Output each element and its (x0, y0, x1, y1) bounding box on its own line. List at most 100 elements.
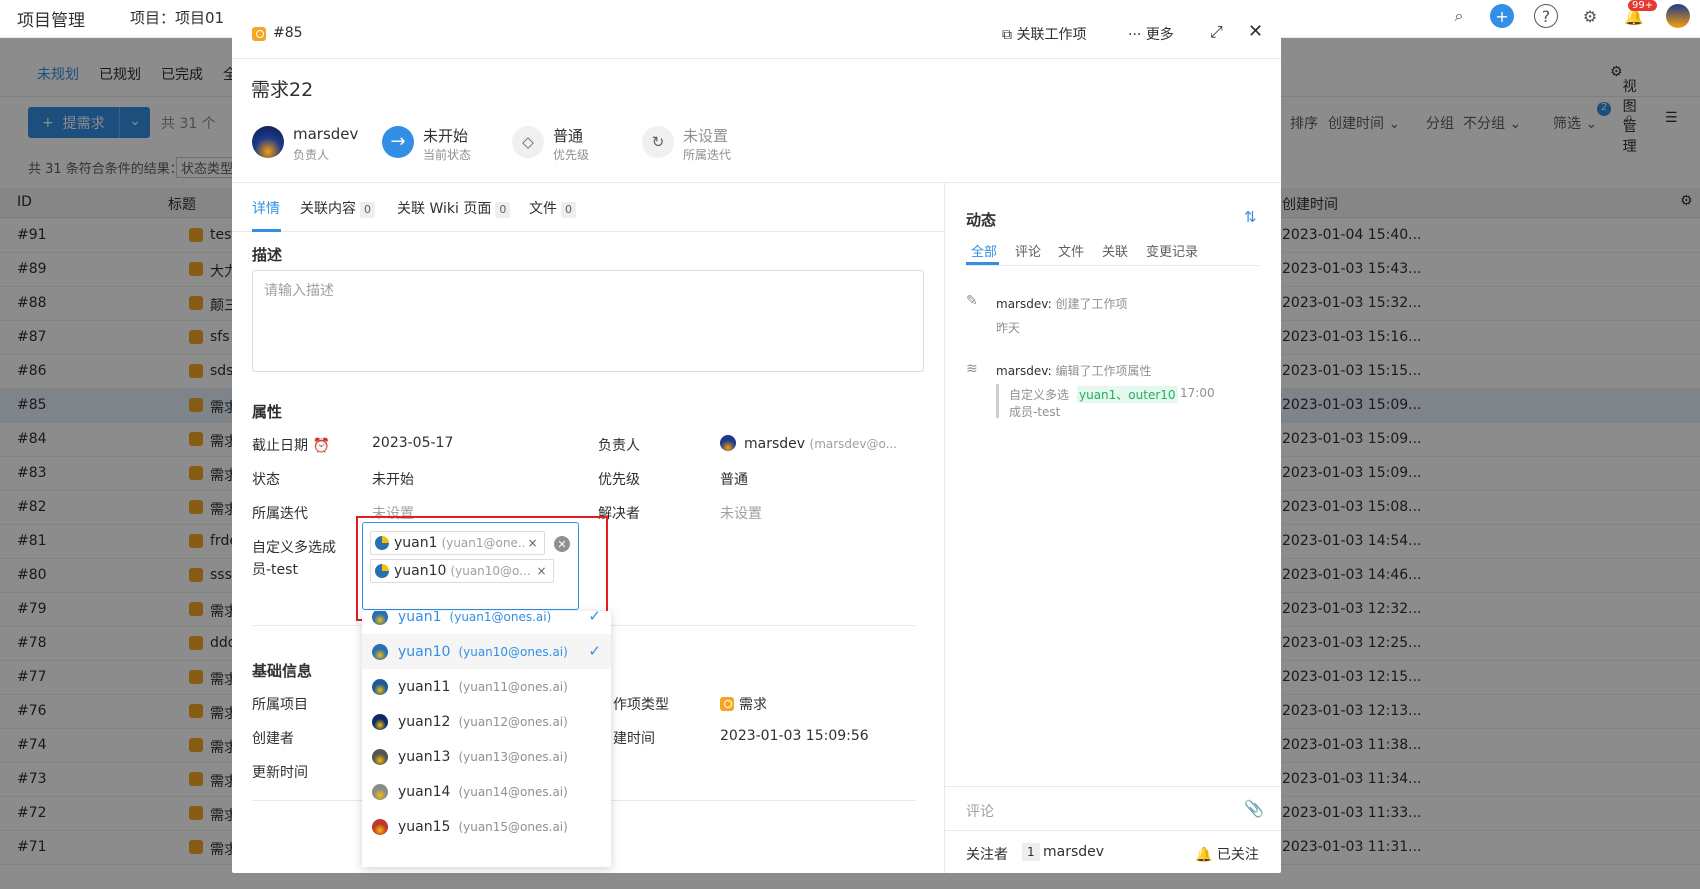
tab-files[interactable]: 文件 0 (529, 198, 576, 218)
followers-count: 1 (1022, 843, 1040, 861)
option-name: yuan1 (398, 611, 442, 625)
option-email: (yuan12@ones.ai) (458, 714, 568, 729)
assignee-value[interactable]: marsdev (marsdev@o... (720, 435, 897, 452)
assignee-label: 负责人 (598, 438, 640, 454)
bell-icon: 🔔 (1195, 847, 1213, 863)
option-name: yuan10 (398, 643, 451, 660)
detail-tabs: 详情 关联内容 0 关联 Wiki 页面 0 文件 0 (232, 183, 944, 232)
status-prop-value[interactable]: 未开始 (372, 469, 414, 489)
created-value: 2023-01-03 15:09:56 (720, 728, 869, 744)
activity-tab-links[interactable]: 关联 (1102, 241, 1128, 260)
status-prop-label: 状态 (252, 472, 280, 488)
modal-header: #85 ⧉ 关联工作项 ··· 更多 ⤢ ✕ (232, 10, 1281, 59)
properties-heading: 属性 (252, 403, 283, 421)
option-name: yuan14 (398, 783, 451, 800)
comment-box[interactable]: 评论 📎 (945, 786, 1281, 830)
avatar (375, 564, 389, 578)
member-dropdown: yuan1 (yuan1@ones.ai) ✓ yuan10 (yuan10@ones.… (362, 611, 611, 867)
app-title: 项目管理 (17, 11, 85, 31)
deadline-value[interactable]: 2023-05-17 (372, 435, 453, 451)
chip-name: yuan10 (394, 563, 447, 579)
activity-time: 17:00 (1180, 386, 1215, 400)
owner-avatar (252, 126, 284, 158)
activity-user: marsdev: (996, 297, 1052, 311)
type-label: 作项类型 (613, 697, 669, 713)
activity-tab-files[interactable]: 文件 (1058, 241, 1084, 260)
plus-icon[interactable]: + (1490, 4, 1514, 28)
tab-detail[interactable]: 详情 (252, 198, 280, 218)
comment-input[interactable]: 评论 (966, 801, 994, 821)
resolver-value[interactable]: 未设置 (720, 503, 762, 523)
search-icon[interactable]: ⌕ (1447, 4, 1471, 28)
sprint-icon: ↻ (642, 126, 674, 158)
member-option[interactable]: yuan14 (yuan14@ones.ai) (362, 774, 611, 809)
activity-action: 编辑了工作项属性 (1055, 364, 1152, 378)
deadline-label-text: 截止日期 (252, 438, 308, 454)
member-option[interactable]: yuan15 (yuan15@ones.ai) (362, 809, 611, 844)
activity-tab-comments[interactable]: 评论 (1015, 241, 1041, 260)
avatar (375, 536, 389, 550)
member-option[interactable]: yuan1 (yuan1@ones.ai) ✓ (362, 611, 611, 634)
project-name[interactable]: 项目：项目01 (130, 7, 224, 28)
follow-label: 已关注 (1216, 847, 1259, 863)
expand-icon[interactable]: ⤢ (1210, 22, 1223, 42)
quote-bar (996, 384, 999, 418)
activity-tab-changes[interactable]: 变更记录 (1146, 241, 1198, 260)
status-field[interactable]: → 未开始 当前状态 (382, 123, 502, 167)
follow-toggle[interactable]: 🔔 已关注 (1195, 844, 1259, 864)
activity-item-1: marsdev: 创建了工作项 (996, 295, 1128, 312)
option-name: yuan11 (398, 678, 451, 695)
avatar (372, 678, 388, 695)
custom-field-label-line1: 自定义多选成 (252, 540, 336, 556)
attachment-icon[interactable]: 📎 (1244, 799, 1264, 818)
active-tab-indicator (966, 262, 999, 265)
member-multiselect[interactable]: yuan1 (yuan1@one... × yuan10 (yuan10@o..… (362, 522, 579, 610)
option-name: yuan15 (398, 818, 451, 835)
description-input[interactable]: 请输入描述 (252, 270, 924, 372)
item-title[interactable]: 需求22 (251, 75, 313, 102)
sprint-prop-label: 所属迭代 (252, 506, 308, 522)
link-work-item-button[interactable]: ⧉ 关联工作项 (1002, 24, 1086, 44)
more-button[interactable]: ··· 更多 (1128, 24, 1174, 44)
owner-field[interactable]: marsdev 负责人 (252, 123, 372, 167)
selected-chip: yuan10 (yuan10@o... × (370, 559, 554, 583)
activity-tab-all[interactable]: 全部 (971, 241, 997, 260)
avatar[interactable] (1666, 4, 1690, 28)
divider (966, 265, 1260, 266)
option-email: (yuan11@ones.ai) (458, 679, 568, 694)
priority-label: 优先级 (553, 148, 590, 162)
followers-label: 关注者 (966, 847, 1008, 863)
tab-related-label: 关联内容 (300, 201, 356, 217)
tab-wiki[interactable]: 关联 Wiki 页面 0 (397, 198, 511, 218)
notification-badge: 99+ (1628, 0, 1658, 11)
remove-icon[interactable]: × (536, 564, 546, 578)
member-option[interactable]: yuan11 (yuan11@ones.ai) (362, 669, 611, 704)
tab-wiki-label: 关联 Wiki 页面 (397, 201, 492, 217)
selected-chip: yuan1 (yuan1@one... × (370, 531, 545, 555)
tab-related[interactable]: 关联内容 0 (300, 198, 375, 218)
owner-label: 负责人 (293, 148, 330, 162)
requirement-icon (720, 697, 734, 711)
gear-icon[interactable]: ⚙ (1578, 4, 1602, 28)
priority-prop-value[interactable]: 普通 (720, 469, 748, 489)
member-option[interactable]: yuan13 (yuan13@ones.ai) (362, 739, 611, 774)
divider (944, 182, 945, 873)
sort-toggle-icon[interactable]: ⇅ (1244, 208, 1257, 226)
help-icon[interactable]: ? (1534, 4, 1558, 28)
tab-related-count: 0 (360, 202, 375, 218)
sprint-field[interactable]: ↻ 未设置 所属迭代 (642, 123, 762, 167)
close-icon[interactable]: ✕ (1248, 21, 1263, 42)
requirement-icon (252, 27, 266, 41)
priority-field[interactable]: ◇ 普通 优先级 (512, 123, 622, 167)
member-option[interactable]: yuan10 (yuan10@ones.ai) ✓ (362, 634, 611, 669)
remove-icon[interactable]: × (528, 536, 538, 550)
assignee-name: marsdev (744, 436, 806, 452)
description-heading: 描述 (252, 246, 283, 264)
activity-item-2: marsdev: 编辑了工作项属性 (996, 362, 1152, 379)
follower-name[interactable]: marsdev (1043, 844, 1104, 860)
member-option[interactable]: yuan12 (yuan12@ones.ai) (362, 704, 611, 739)
activity-time: 昨天 (996, 321, 1021, 335)
deadline-label: 截止日期 ⏰ (252, 435, 330, 455)
clear-icon[interactable]: ✕ (554, 536, 570, 552)
priority-value: 普通 (553, 127, 584, 145)
